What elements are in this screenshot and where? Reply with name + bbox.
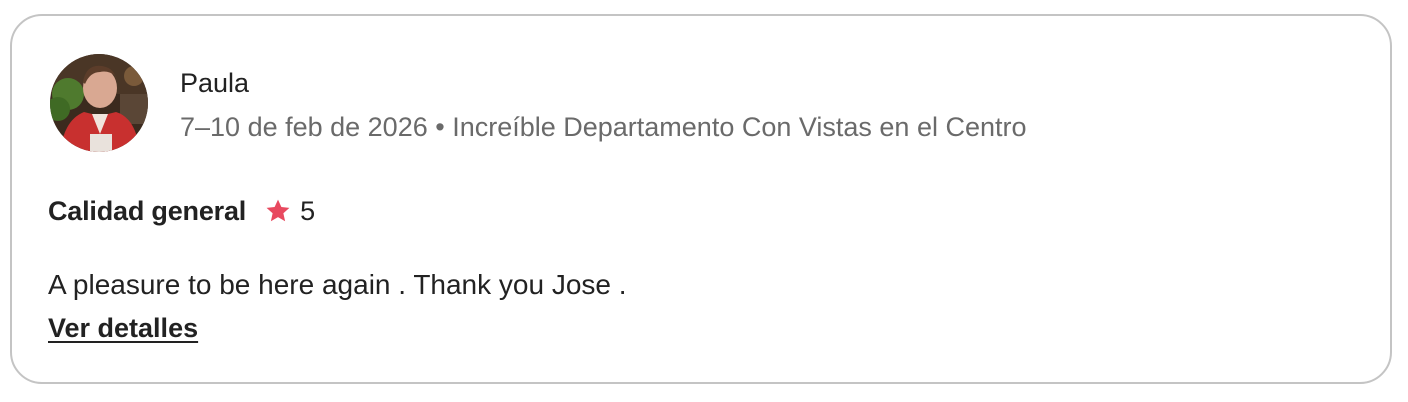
review-card: Paula 7–10 de feb de 2026 • Increíble De… [10, 14, 1392, 384]
avatar-photo [50, 54, 148, 152]
rating-row: Calidad general 5 [48, 193, 315, 229]
view-details-link[interactable]: Ver detalles [48, 310, 198, 346]
reviewer-name: Paula [180, 68, 250, 98]
rating-label: Calidad general [48, 195, 247, 226]
star-icon [264, 197, 292, 225]
review-text: A pleasure to be here again . Thank you … [48, 269, 627, 300]
rating-value: 5 [300, 195, 316, 226]
stay-dates-and-listing: 7–10 de feb de 2026 • Increíble Departam… [180, 112, 1027, 142]
reviewer-avatar[interactable] [50, 54, 148, 152]
